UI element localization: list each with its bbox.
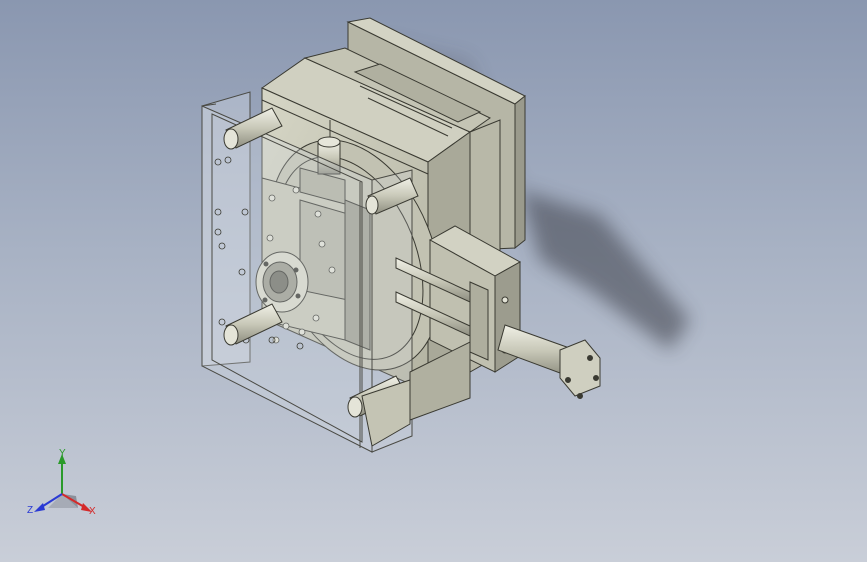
z-axis-arrow-icon xyxy=(34,503,45,512)
graphics-viewport[interactable]: Y X Z xyxy=(0,0,867,562)
y-axis-label: Y xyxy=(59,448,66,459)
x-axis-label: X xyxy=(89,506,96,517)
z-axis-label: Z xyxy=(27,505,34,516)
mold-assembly-model[interactable] xyxy=(0,0,867,562)
view-orientation-triad[interactable]: Y X Z xyxy=(26,446,106,522)
